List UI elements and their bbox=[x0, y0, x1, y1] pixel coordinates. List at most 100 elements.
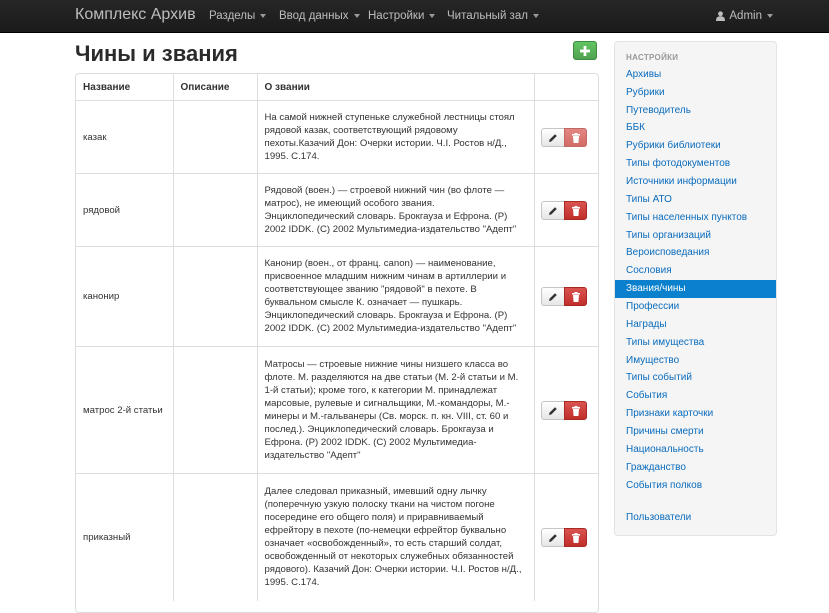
cell-name: рядовой bbox=[76, 173, 173, 247]
cell-name: канонир bbox=[76, 246, 173, 347]
cell-actions bbox=[533, 173, 598, 247]
sidebar-item-settlement-types[interactable]: Типы населенных пунктов bbox=[615, 209, 776, 227]
cell-description bbox=[172, 473, 257, 601]
user-name: Admin bbox=[729, 10, 762, 22]
cell-about: Матросы — строевые нижние чины низшего к… bbox=[256, 346, 534, 474]
trash-icon bbox=[571, 532, 580, 543]
cell-actions bbox=[533, 473, 598, 601]
add-button[interactable] bbox=[573, 41, 597, 60]
table-row: канонир Канонир (воен., от франц. canon)… bbox=[76, 246, 598, 347]
user-menu-dropdown[interactable]: Admin bbox=[716, 9, 773, 23]
sidebar-item-citizenship[interactable]: Гражданство bbox=[615, 459, 776, 477]
cell-name: матрос 2-й статьи bbox=[76, 346, 173, 474]
column-header-name[interactable]: Название bbox=[76, 74, 173, 101]
pencil-icon bbox=[548, 206, 557, 215]
sidebar-item-archives[interactable]: Архивы bbox=[615, 66, 776, 84]
pencil-icon bbox=[548, 293, 557, 301]
sidebar-item-organization-types[interactable]: Типы организаций bbox=[615, 227, 776, 245]
delete-button[interactable] bbox=[563, 200, 587, 220]
sidebar-item-event-types[interactable]: Типы событий bbox=[615, 369, 776, 387]
nav-settings-dropdown[interactable]: Настройки bbox=[368, 9, 436, 23]
sidebar-item-info-sources[interactable]: Источники информации bbox=[615, 173, 776, 191]
settings-sidebar: НАСТРОЙКИ Архивы Рубрики Путеводитель ББ… bbox=[614, 41, 777, 536]
caret-down-icon bbox=[353, 13, 360, 18]
sidebar-item-guide[interactable]: Путеводитель bbox=[615, 102, 776, 120]
cell-description bbox=[172, 100, 257, 174]
cell-about: Канонир (воен., от франц. canon) — наиме… bbox=[256, 246, 534, 347]
sidebar-item-nationality[interactable]: Национальность bbox=[615, 441, 776, 459]
delete-button[interactable] bbox=[563, 527, 587, 547]
cell-actions bbox=[533, 100, 598, 174]
column-header-actions bbox=[533, 74, 598, 101]
trash-icon bbox=[571, 205, 580, 216]
ranks-table: Название Описание О звании казак На само… bbox=[76, 74, 598, 601]
page-title: Чины и звания bbox=[75, 41, 238, 66]
user-icon bbox=[716, 11, 726, 21]
trash-icon bbox=[571, 292, 580, 302]
table-row: рядовой Рядовой (воен.) — строевой нижни… bbox=[76, 173, 598, 247]
nav-settings-label: Настройки bbox=[368, 10, 425, 22]
cell-actions bbox=[533, 346, 598, 474]
nav-sections-dropdown[interactable]: Разделы bbox=[209, 9, 267, 23]
edit-button[interactable] bbox=[540, 287, 564, 306]
sidebar-item-ranks[interactable]: Звания/чины bbox=[615, 280, 776, 298]
edit-button[interactable] bbox=[540, 400, 564, 420]
delete-button[interactable] bbox=[563, 127, 587, 147]
edit-button[interactable] bbox=[540, 127, 564, 147]
sidebar-header: НАСТРОЙКИ bbox=[626, 53, 679, 62]
sidebar-item-events[interactable]: События bbox=[615, 387, 776, 405]
sidebar-item-awards[interactable]: Награды bbox=[615, 316, 776, 334]
cell-description bbox=[172, 346, 257, 474]
nav-sections-label: Разделы bbox=[209, 10, 256, 22]
caret-down-icon bbox=[260, 13, 267, 18]
sidebar-item-ato-types[interactable]: Типы АТО bbox=[615, 191, 776, 209]
cell-about: Далее следовал приказный, имевший одну л… bbox=[256, 473, 534, 601]
sidebar-item-card-attributes[interactable]: Признаки карточки bbox=[615, 405, 776, 423]
table-row: матрос 2-й статьи Матросы — строевые ниж… bbox=[76, 346, 598, 474]
pencil-icon bbox=[548, 133, 557, 142]
pencil-icon bbox=[548, 533, 557, 542]
sidebar-item-library-rubrics[interactable]: Рубрики библиотеки bbox=[615, 137, 776, 155]
cell-description bbox=[172, 246, 257, 347]
sidebar-item-rubrics[interactable]: Рубрики bbox=[615, 84, 776, 102]
top-navbar: Комплекс Архив Разделы Ввод данных Настр… bbox=[0, 0, 829, 33]
ranks-table-container: Название Описание О звании казак На само… bbox=[75, 73, 599, 613]
sidebar-item-bbk[interactable]: ББК bbox=[615, 119, 776, 137]
column-header-description[interactable]: Описание bbox=[172, 74, 257, 101]
sidebar-item-regiment-events[interactable]: События полков bbox=[615, 477, 776, 495]
nav-data-entry-dropdown[interactable]: Ввод данных bbox=[279, 9, 360, 23]
table-row: казак На самой нижней ступеньке служебно… bbox=[76, 100, 598, 174]
delete-button[interactable] bbox=[563, 400, 587, 420]
caret-down-icon bbox=[767, 13, 773, 18]
cell-description bbox=[172, 173, 257, 247]
plus-icon bbox=[580, 46, 590, 56]
table-header-row: Название Описание О звании bbox=[76, 74, 598, 101]
nav-reading-room-label: Читальный зал bbox=[447, 10, 528, 22]
sidebar-item-professions[interactable]: Профессии bbox=[615, 298, 776, 316]
pencil-icon bbox=[548, 406, 557, 415]
sidebar-item-users[interactable]: Пользователи bbox=[615, 509, 776, 527]
delete-button[interactable] bbox=[563, 287, 587, 306]
table-row: приказный Далее следовал приказный, имев… bbox=[76, 473, 598, 601]
brand-logo[interactable]: Комплекс Архив bbox=[75, 6, 196, 24]
trash-icon bbox=[571, 132, 580, 143]
edit-button[interactable] bbox=[540, 527, 564, 547]
sidebar-item-religions[interactable]: Вероисповедания bbox=[615, 244, 776, 262]
cell-name: приказный bbox=[76, 473, 173, 601]
caret-down-icon bbox=[532, 13, 539, 18]
sidebar-item-death-causes[interactable]: Причины смерти bbox=[615, 423, 776, 441]
sidebar-item-property-types[interactable]: Типы имущества bbox=[615, 334, 776, 352]
column-header-about[interactable]: О звании bbox=[256, 74, 534, 101]
trash-icon bbox=[571, 405, 580, 416]
cell-about: Рядовой (воен.) — строевой нижний чин (в… bbox=[256, 173, 534, 247]
cell-about: На самой нижней ступеньке служебной лест… bbox=[256, 100, 534, 174]
nav-reading-room-dropdown[interactable]: Читальный зал bbox=[447, 9, 539, 23]
cell-actions bbox=[533, 246, 598, 347]
sidebar-item-estates[interactable]: Сословия bbox=[615, 262, 776, 280]
caret-down-icon bbox=[429, 13, 436, 18]
cell-name: казак bbox=[76, 100, 173, 174]
sidebar-item-photo-doc-types[interactable]: Типы фотодокументов bbox=[615, 155, 776, 173]
sidebar-item-property[interactable]: Имущество bbox=[615, 352, 776, 370]
nav-data-entry-label: Ввод данных bbox=[279, 10, 349, 22]
edit-button[interactable] bbox=[540, 200, 564, 220]
